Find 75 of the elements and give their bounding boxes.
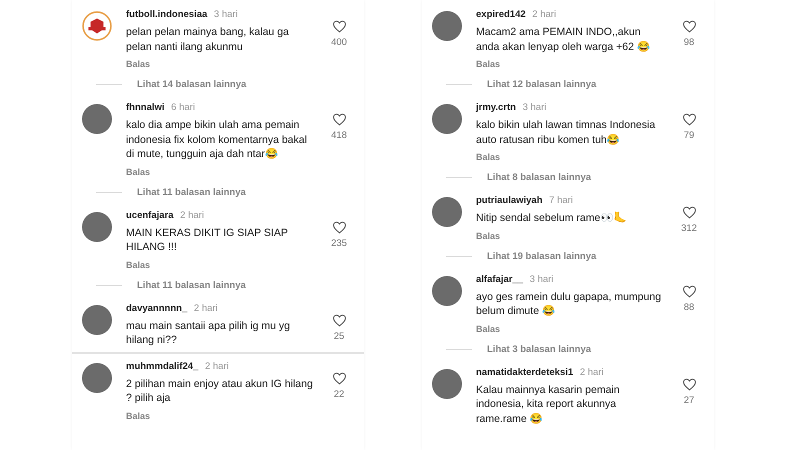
heart-icon[interactable] xyxy=(682,112,696,127)
heart-icon[interactable] xyxy=(682,205,696,220)
heart-icon[interactable] xyxy=(682,19,696,34)
heart-icon[interactable] xyxy=(682,376,696,392)
comment-text: Nitip sendal sebelum rame👀🦶 xyxy=(476,211,628,226)
username[interactable]: muhmmdalif24_ xyxy=(126,360,198,372)
username[interactable]: namatidakterdeteksi1 xyxy=(476,366,574,378)
heart-icon[interactable] xyxy=(682,284,696,298)
comment-text: mau main santaii apa pilih ig mu yg hilang ni?? xyxy=(126,318,292,348)
avatar[interactable] xyxy=(82,212,112,242)
like-count: 27 xyxy=(684,394,694,406)
avatar[interactable] xyxy=(82,304,112,334)
comment-text: Kalau mainnya kasarin pemain indonesia, kita report akunnya rame.rame 😂 xyxy=(476,382,621,426)
reply-link[interactable]: Balas xyxy=(126,166,150,178)
comment-text: kalo dia ampe bikin ulah ama pemain indonesia fix kolom komentarnya bakal di mute, tungguin aja dah ntar😂 xyxy=(126,118,308,162)
reply-link[interactable]: Balas xyxy=(476,230,500,242)
username[interactable]: futboll.indonesiaa xyxy=(126,9,208,20)
avatar[interactable] xyxy=(432,104,462,134)
avatar[interactable] xyxy=(432,197,462,227)
username[interactable]: fhnnalwi xyxy=(126,102,165,113)
view-replies-link[interactable]: Lihat 11 balasan lainnya xyxy=(137,280,246,290)
comment-time: 3 hari xyxy=(214,9,238,20)
reply-link[interactable]: Balas xyxy=(476,322,500,334)
heart-icon[interactable] xyxy=(332,312,346,328)
username[interactable]: jrmy.crtn xyxy=(476,102,516,113)
comment-text: ayo ges ramein dulu gapapa, mumpung belum dimute 😂 xyxy=(476,290,662,318)
heart-icon[interactable] xyxy=(332,19,346,34)
comment-time: 3 hari xyxy=(522,102,546,113)
comment-text: Macam2 ama PEMAIN INDO,,akun anda akan lenyap oleh warga +62 😂 xyxy=(476,25,651,54)
comment-text: MAIN KERAS DIKIT IG SIAP SIAP HILANG !!! xyxy=(126,226,289,254)
like-count: 98 xyxy=(684,37,694,48)
like-count: 79 xyxy=(684,130,694,141)
view-replies-link[interactable]: Lihat 11 balasan lainnya xyxy=(137,186,246,198)
like-count: 235 xyxy=(331,238,347,248)
reply-link[interactable]: Balas xyxy=(476,58,500,70)
username[interactable]: davyannnnn_ xyxy=(126,302,188,314)
like-count: 25 xyxy=(334,330,344,342)
heart-icon[interactable] xyxy=(332,370,346,386)
view-replies-link[interactable]: Lihat 12 balasan lainnya xyxy=(487,79,596,90)
reply-link[interactable]: Balas xyxy=(126,58,150,70)
like-count: 22 xyxy=(334,388,344,400)
view-replies-link[interactable]: Lihat 3 balasan lainnya xyxy=(487,344,592,354)
heart-icon[interactable] xyxy=(332,220,346,234)
avatar[interactable] xyxy=(82,104,112,134)
comment-time: 2 hari xyxy=(580,366,604,378)
comment-time: 2 hari xyxy=(194,302,218,314)
comment-time: 2 hari xyxy=(532,9,556,20)
reply-link[interactable]: Balas xyxy=(126,258,150,270)
comment-time: 6 hari xyxy=(171,102,195,113)
comment-text: kalo bikin ulah lawan timnas Indonesia auto ratusan ribu komen tuh😂 xyxy=(476,118,656,147)
username[interactable]: expired142 xyxy=(476,9,526,20)
avatar[interactable] xyxy=(432,276,462,306)
like-count: 418 xyxy=(331,130,347,141)
like-count: 312 xyxy=(681,223,697,234)
like-count: 88 xyxy=(684,302,694,312)
view-replies-link[interactable]: Lihat 8 balasan lainnya xyxy=(487,172,592,183)
comment-text: pelan pelan mainya bang, kalau ga pelan nanti ilang akunmu xyxy=(126,25,290,54)
comment-time: 7 hari xyxy=(549,195,573,206)
like-count: 400 xyxy=(331,37,347,48)
logo-avatar[interactable] xyxy=(82,11,112,41)
username[interactable]: putriaulawiyah xyxy=(476,195,543,206)
reply-link[interactable]: Balas xyxy=(126,410,150,422)
heart-icon[interactable] xyxy=(332,112,346,127)
comment-time: 2 hari xyxy=(180,210,204,220)
comment-time: 2 hari xyxy=(204,360,229,372)
avatar[interactable] xyxy=(432,368,462,398)
reply-link[interactable]: Balas xyxy=(476,151,500,163)
view-replies-link[interactable]: Lihat 19 balasan lainnya xyxy=(487,250,596,262)
avatar[interactable] xyxy=(432,11,462,41)
username[interactable]: alfafajar__ xyxy=(476,274,524,284)
view-replies-link[interactable]: Lihat 14 balasan lainnya xyxy=(137,79,246,90)
username[interactable]: ucenfajara xyxy=(126,210,174,220)
avatar[interactable] xyxy=(82,362,112,392)
comment-time: 3 hari xyxy=(530,274,554,284)
comment-text: 2 pilihan main enjoy atau akun IG hilang ? pilih aja xyxy=(126,376,314,406)
